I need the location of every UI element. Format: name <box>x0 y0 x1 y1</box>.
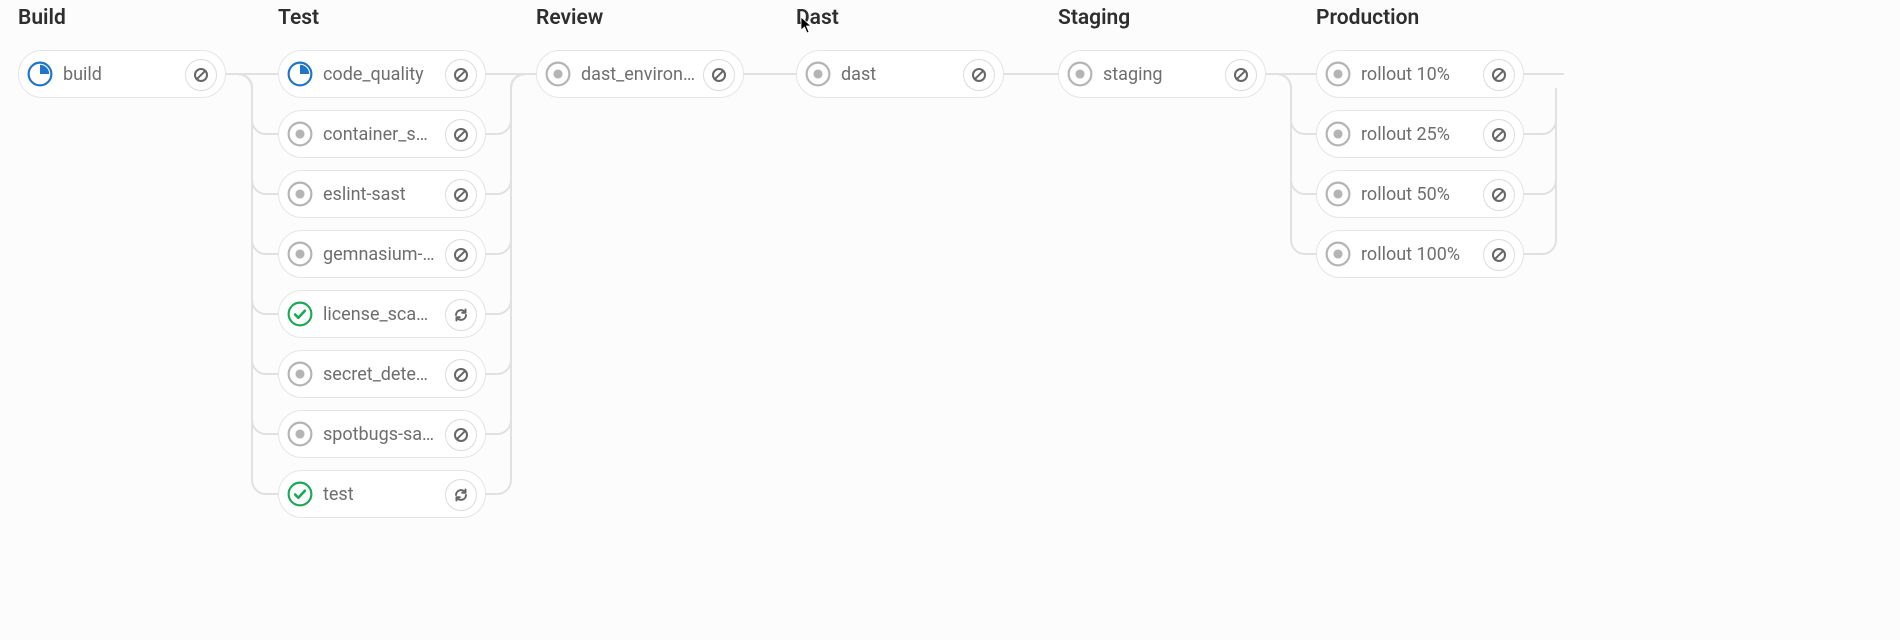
retry-icon <box>453 307 469 323</box>
cancel-icon <box>1491 247 1507 263</box>
cancel-icon <box>453 247 469 263</box>
job-label: build <box>63 64 102 85</box>
job-label: rollout 25% <box>1361 124 1450 145</box>
cancel-job-button[interactable] <box>445 59 477 91</box>
created-status-icon <box>545 61 571 87</box>
job-label: test <box>323 484 354 505</box>
job-pill-test[interactable]: test <box>278 470 486 518</box>
stage-header-staging: Staging <box>1058 6 1130 30</box>
job-pill-secret_detection[interactable]: secret_detectio... <box>278 350 486 398</box>
cancel-icon <box>1233 67 1249 83</box>
cancel-icon <box>193 67 209 83</box>
job-label: rollout 10% <box>1361 64 1450 85</box>
job-label: staging <box>1103 64 1163 85</box>
cancel-icon <box>453 427 469 443</box>
created-status-icon <box>1325 181 1351 207</box>
cancel-job-button[interactable] <box>963 59 995 91</box>
created-status-icon <box>805 61 831 87</box>
cancel-icon <box>1491 187 1507 203</box>
job-label: spotbugs-sast <box>323 424 437 445</box>
job-pill-rollout-50[interactable]: rollout 50% <box>1316 170 1524 218</box>
job-pill-license_scanning[interactable]: license_scanning <box>278 290 486 338</box>
cancel-job-button[interactable] <box>1483 239 1515 271</box>
stage-header-review: Review <box>536 6 603 30</box>
job-label: eslint-sast <box>323 184 406 205</box>
running-status-icon <box>287 61 313 87</box>
job-label: dast <box>841 64 876 85</box>
created-status-icon <box>1067 61 1093 87</box>
retry-job-button[interactable] <box>445 479 477 511</box>
cancel-job-button[interactable] <box>185 59 217 91</box>
cancel-job-button[interactable] <box>445 179 477 211</box>
created-status-icon <box>287 181 313 207</box>
running-status-icon <box>27 61 53 87</box>
created-status-icon <box>287 361 313 387</box>
created-status-icon <box>287 241 313 267</box>
job-pill-staging[interactable]: staging <box>1058 50 1266 98</box>
job-pill-dast_environment[interactable]: dast_environme... <box>536 50 744 98</box>
retry-job-button[interactable] <box>445 299 477 331</box>
job-label: container_scan... <box>323 124 437 145</box>
cancel-icon <box>1491 67 1507 83</box>
cancel-job-button[interactable] <box>1483 119 1515 151</box>
stage-header-build: Build <box>18 6 66 30</box>
cancel-icon <box>711 67 727 83</box>
job-label: rollout 100% <box>1361 244 1460 265</box>
cancel-job-button[interactable] <box>1483 59 1515 91</box>
job-label: code_quality <box>323 64 424 85</box>
stage-header-test: Test <box>278 6 319 30</box>
created-status-icon <box>1325 61 1351 87</box>
job-pill-code_quality[interactable]: code_quality <box>278 50 486 98</box>
job-label: gemnasium-ma... <box>323 244 437 265</box>
cancel-job-button[interactable] <box>445 239 477 271</box>
cancel-icon <box>453 67 469 83</box>
cancel-icon <box>971 67 987 83</box>
job-label: dast_environme... <box>581 64 695 85</box>
job-pill-rollout-100[interactable]: rollout 100% <box>1316 230 1524 278</box>
job-label: secret_detectio... <box>323 364 437 385</box>
created-status-icon <box>287 121 313 147</box>
job-pill-container_scanning[interactable]: container_scan... <box>278 110 486 158</box>
cancel-icon <box>453 187 469 203</box>
created-status-icon <box>287 421 313 447</box>
cancel-icon <box>453 127 469 143</box>
cancel-icon <box>1491 127 1507 143</box>
job-pill-eslint-sast[interactable]: eslint-sast <box>278 170 486 218</box>
cancel-job-button[interactable] <box>1225 59 1257 91</box>
success-status-icon <box>287 301 313 327</box>
cancel-job-button[interactable] <box>703 59 735 91</box>
stage-header-dast: Dast <box>796 6 839 30</box>
retry-icon <box>453 487 469 503</box>
job-pill-rollout-10[interactable]: rollout 10% <box>1316 50 1524 98</box>
job-pill-build[interactable]: build <box>18 50 226 98</box>
created-status-icon <box>1325 241 1351 267</box>
success-status-icon <box>287 481 313 507</box>
job-label: license_scanning <box>323 304 437 325</box>
cancel-job-button[interactable] <box>445 119 477 151</box>
job-pill-spotbugs-sast[interactable]: spotbugs-sast <box>278 410 486 458</box>
cancel-job-button[interactable] <box>1483 179 1515 211</box>
stage-header-production: Production <box>1316 6 1419 30</box>
cancel-job-button[interactable] <box>445 359 477 391</box>
job-pill-dast[interactable]: dast <box>796 50 1004 98</box>
job-label: rollout 50% <box>1361 184 1450 205</box>
job-pill-gemnasium-maven[interactable]: gemnasium-ma... <box>278 230 486 278</box>
created-status-icon <box>1325 121 1351 147</box>
cancel-job-button[interactable] <box>445 419 477 451</box>
job-pill-rollout-25[interactable]: rollout 25% <box>1316 110 1524 158</box>
cancel-icon <box>453 367 469 383</box>
